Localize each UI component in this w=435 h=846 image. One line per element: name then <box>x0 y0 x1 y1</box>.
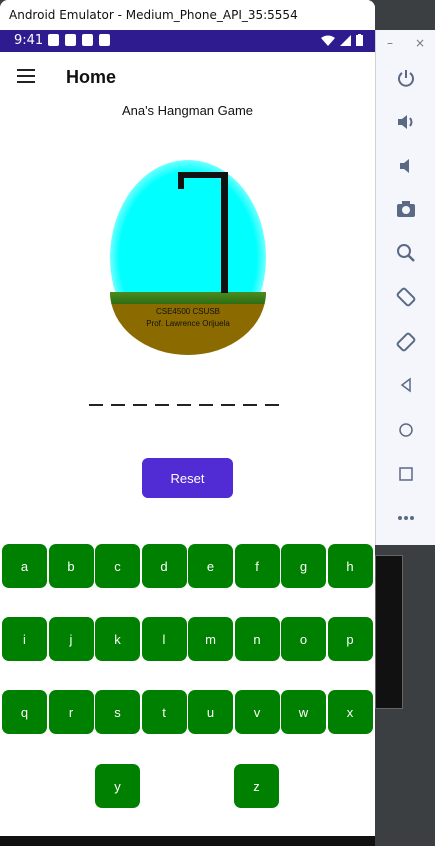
overview-icon[interactable] <box>376 459 435 489</box>
key-y[interactable]: y <box>95 764 140 808</box>
key-r[interactable]: r <box>48 690 94 734</box>
key-c[interactable]: c <box>95 544 140 588</box>
status-time: 9:41 <box>14 33 44 48</box>
key-l[interactable]: l <box>141 617 187 661</box>
more-icon[interactable] <box>376 503 435 533</box>
key-z[interactable]: z <box>234 764 279 808</box>
reset-button[interactable]: Reset <box>142 458 233 498</box>
key-q[interactable]: q <box>2 690 47 734</box>
key-i[interactable]: i <box>2 617 47 661</box>
key-g[interactable]: g <box>281 544 326 588</box>
back-icon[interactable] <box>376 370 435 400</box>
hangman-image: CSE4500 CSUSB Prof. Lawrence Orijuela <box>110 160 266 355</box>
key-t[interactable]: t <box>141 690 187 734</box>
ide-log-panel <box>375 555 403 709</box>
status-bar: 9:41 <box>0 30 375 52</box>
camera-icon[interactable] <box>376 194 435 224</box>
rotate-right-icon[interactable] <box>376 327 435 357</box>
key-p[interactable]: p <box>327 617 373 661</box>
key-v[interactable]: v <box>234 690 280 734</box>
key-a[interactable]: a <box>2 544 47 588</box>
word-blanks <box>89 404 279 406</box>
volume-up-icon[interactable] <box>376 107 435 137</box>
gallows-post <box>221 172 228 293</box>
game-title: Ana's Hangman Game <box>121 103 254 118</box>
key-m[interactable]: m <box>188 617 233 661</box>
minimize-icon[interactable]: – <box>387 36 393 50</box>
key-x[interactable]: x <box>327 690 373 734</box>
key-n[interactable]: n <box>234 617 280 661</box>
menu-icon[interactable] <box>17 69 35 83</box>
key-e[interactable]: e <box>188 544 233 588</box>
letter-blank <box>221 404 235 406</box>
zoom-icon[interactable] <box>376 238 435 268</box>
key-j[interactable]: j <box>48 617 94 661</box>
letter-blank <box>199 404 213 406</box>
window-title: Android Emulator - Medium_Phone_API_35:5… <box>0 0 375 30</box>
letter-blank <box>265 404 279 406</box>
key-k[interactable]: k <box>95 617 140 661</box>
letter-blank <box>243 404 257 406</box>
sd-card-icon <box>82 34 93 46</box>
ground: CSE4500 CSUSB Prof. Lawrence Orijuela <box>110 292 266 355</box>
emulator-toolbar: – × <box>375 30 435 545</box>
background-window <box>402 0 435 30</box>
key-f[interactable]: f <box>234 544 280 588</box>
letter-blank <box>177 404 191 406</box>
notification-icon <box>48 34 59 46</box>
battery-icon <box>356 34 363 46</box>
key-b[interactable]: b <box>48 544 94 588</box>
letter-blank <box>89 404 103 406</box>
close-icon[interactable]: × <box>415 36 425 50</box>
rotate-left-icon[interactable] <box>376 282 435 312</box>
grass <box>110 292 266 304</box>
gallows-rope <box>178 172 184 189</box>
letter-blank <box>155 404 169 406</box>
power-icon[interactable] <box>376 63 435 93</box>
key-s[interactable]: s <box>95 690 140 734</box>
shield-icon <box>65 34 76 46</box>
emulator-window: Android Emulator - Medium_Phone_API_35:5… <box>0 0 375 846</box>
credit-course: CSE4500 CSUSB <box>155 307 221 316</box>
key-w[interactable]: w <box>281 690 326 734</box>
key-d[interactable]: d <box>141 544 187 588</box>
nav-bar <box>0 836 375 846</box>
gallows-beam <box>178 172 228 178</box>
app-bar: Home <box>0 52 375 104</box>
key-u[interactable]: u <box>188 690 233 734</box>
credit-professor: Prof. Lawrence Orijuela <box>146 319 230 328</box>
letter-blank <box>111 404 125 406</box>
accessibility-icon <box>99 34 110 46</box>
page-title: Home <box>66 67 117 87</box>
letter-blank <box>133 404 147 406</box>
signal-icon <box>340 34 351 46</box>
volume-down-icon[interactable] <box>376 151 435 181</box>
key-o[interactable]: o <box>281 617 326 661</box>
wifi-icon <box>321 35 335 46</box>
home-icon[interactable] <box>376 415 435 445</box>
key-h[interactable]: h <box>327 544 373 588</box>
